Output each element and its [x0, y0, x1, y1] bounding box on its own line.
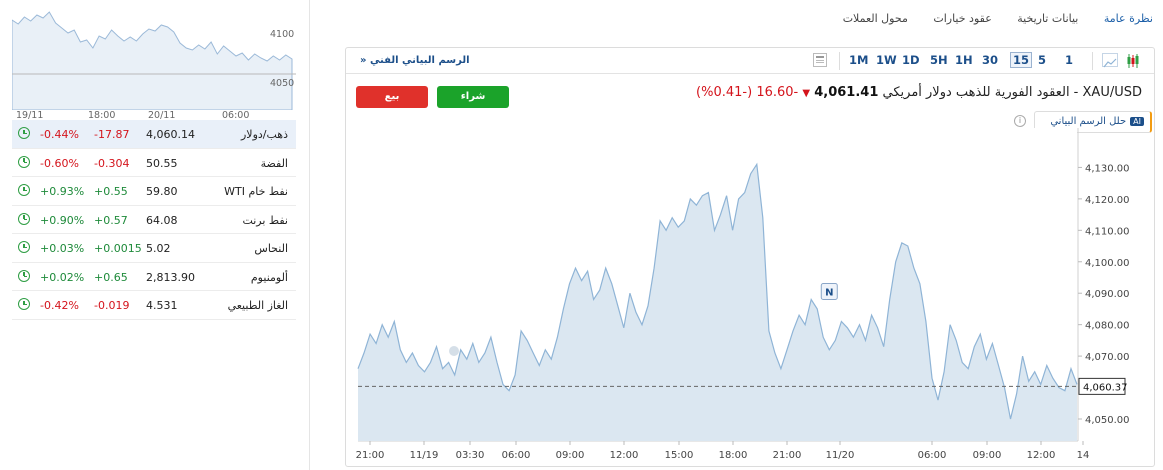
- x-tick-label: 21:00: [773, 450, 802, 461]
- mini-y-label-low: 4050: [270, 78, 294, 89]
- clock-icon: [18, 269, 30, 282]
- x-tick-label: 11/20: [826, 450, 855, 461]
- mini-chart: 4100 4050: [12, 11, 296, 110]
- change-percent: -0.60%: [40, 156, 79, 170]
- instrument-name[interactable]: الغاز الطبيعي: [228, 299, 288, 312]
- x-tick-label: 14: [1077, 450, 1090, 461]
- mini-chart-area: [12, 11, 293, 110]
- change-value: +0.55: [94, 185, 128, 198]
- instrument-name[interactable]: ذهب/دولار: [241, 128, 288, 141]
- last-price: 4.531: [146, 299, 178, 312]
- tab-overview[interactable]: نظرة عامة: [1104, 12, 1153, 25]
- top-nav: نظرة عامة بيانات تاريخية عقود خيارات محو…: [821, 12, 1153, 25]
- y-tick-label: 4,100.00: [1085, 258, 1130, 269]
- clock-icon: [18, 155, 30, 168]
- x-tick-label: 06:00: [918, 450, 947, 461]
- last-price: 2,813.90: [146, 270, 195, 284]
- y-tick-label: 4,110.00: [1085, 226, 1130, 237]
- x-tick-label: 03:30: [456, 450, 485, 461]
- x-tick-label: 12:00: [610, 450, 639, 461]
- table-row[interactable]: -0.60% -0.304 50.55 الفضة: [12, 149, 296, 177]
- instrument-name[interactable]: النحاس: [254, 242, 288, 255]
- app-root: 4100 4050 19/11 18:00 20/11 06:00 -0.44%…: [0, 0, 1163, 470]
- table-row[interactable]: -0.42% -0.019 4.531 الغاز الطبيعي: [12, 291, 296, 320]
- price-chart[interactable]: 4,130.00 4,120.00 4,110.00 4,100.00 4,090.00…: [346, 48, 1154, 466]
- instrument-name[interactable]: الفضة: [261, 157, 288, 170]
- x-tick-label: 21:00: [356, 450, 385, 461]
- x-tick-label: 12:00: [1027, 450, 1056, 461]
- x-tick-label: 06:00: [502, 450, 531, 461]
- change-value: -0.019: [94, 299, 130, 312]
- clock-icon: [18, 127, 30, 139]
- change-value: +0.0015: [94, 242, 142, 255]
- change-percent: -0.44%: [40, 128, 79, 141]
- x-tick-label: 09:00: [556, 450, 585, 461]
- tab-currency-converter[interactable]: محول العملات: [843, 12, 908, 25]
- table-row[interactable]: +0.93% +0.55 59.80 نفط خام WTI: [12, 177, 296, 206]
- news-marker-label: N: [825, 288, 833, 299]
- last-price: 5.02: [146, 242, 171, 255]
- change-value: +0.65: [94, 270, 128, 284]
- table-row[interactable]: +0.02% +0.65 2,813.90 ألومنيوم: [12, 263, 296, 291]
- table-row[interactable]: -0.44% -17.87 4,060.14 ذهب/دولار: [12, 120, 296, 149]
- y-tick-label: 4,080.00: [1085, 321, 1130, 332]
- y-tick-label: 4,090.00: [1085, 289, 1130, 300]
- commodities-table: -0.44% -17.87 4,060.14 ذهب/دولار -0.60% -0.30…: [12, 120, 296, 320]
- clock-icon: [18, 212, 30, 225]
- change-percent: +0.93%: [40, 185, 85, 198]
- change-value: +0.57: [94, 213, 128, 227]
- last-price: 64.08: [146, 213, 178, 227]
- table-row[interactable]: +0.03% +0.0015 5.02 النحاس: [12, 234, 296, 263]
- change-value: -17.87: [94, 128, 130, 141]
- left-panel: 4100 4050 19/11 18:00 20/11 06:00 -0.44%…: [0, 0, 310, 470]
- y-tick-label: 4,070.00: [1085, 352, 1130, 363]
- mini-y-label-high: 4100: [270, 29, 294, 40]
- watermark-mark: [449, 346, 459, 356]
- clock-icon: [18, 184, 30, 196]
- x-tick-label: 11/19: [410, 450, 439, 461]
- y-tick-label: 4,130.00: [1085, 163, 1130, 174]
- change-percent: -0.42%: [40, 299, 79, 312]
- instrument-name[interactable]: نفط برنت: [242, 214, 288, 227]
- x-tick-label: 15:00: [665, 450, 694, 461]
- tab-historical-data[interactable]: بيانات تاريخية: [1017, 12, 1078, 25]
- last-price: 4,060.14: [146, 128, 195, 141]
- last-price: 59.80: [146, 185, 178, 198]
- instrument-name[interactable]: ألومنيوم: [251, 271, 288, 284]
- y-tick-label: 4,120.00: [1085, 195, 1130, 206]
- current-price-label: 4,060.37: [1083, 382, 1128, 393]
- clock-icon: [18, 298, 30, 310]
- clock-icon: [18, 241, 30, 253]
- tab-options[interactable]: عقود خيارات: [933, 12, 991, 25]
- chart-card: الرسم البياني الفني « 1 5 15 30 1H 5H 1D 1W 1M ب…: [345, 47, 1155, 467]
- table-row[interactable]: +0.90% +0.57 64.08 نفط برنت: [12, 206, 296, 234]
- change-percent: +0.90%: [40, 213, 85, 227]
- x-tick-label: 09:00: [973, 450, 1002, 461]
- y-tick-label: 4,050.00: [1085, 415, 1130, 426]
- change-percent: +0.02%: [40, 270, 85, 284]
- change-percent: +0.03%: [40, 242, 85, 255]
- instrument-name[interactable]: نفط خام WTI: [224, 185, 288, 198]
- x-tick-label: 18:00: [719, 450, 748, 461]
- change-value: -0.304: [94, 156, 130, 170]
- last-price: 50.55: [146, 156, 178, 170]
